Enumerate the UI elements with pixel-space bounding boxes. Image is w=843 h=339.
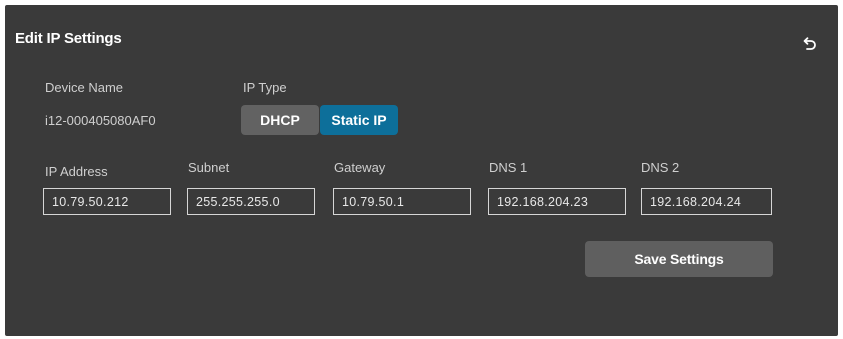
ip-type-dhcp-button[interactable]: DHCP <box>241 105 319 135</box>
ip-type-static-ip-button[interactable]: Static IP <box>320 105 398 135</box>
dns2-label: DNS 2 <box>641 160 680 175</box>
undo-icon[interactable] <box>799 33 819 53</box>
subnet-input[interactable] <box>187 188 315 215</box>
save-settings-button[interactable]: Save Settings <box>585 241 773 277</box>
dns1-input[interactable] <box>488 188 626 215</box>
dns1-label: DNS 1 <box>489 160 528 175</box>
subnet-label: Subnet <box>188 160 230 175</box>
edit-ip-settings-panel <box>5 5 838 336</box>
ip-address-input[interactable] <box>43 188 171 215</box>
dialog-title: Edit IP Settings <box>15 30 122 47</box>
device-name-value: i12-000405080AF0 <box>45 113 156 128</box>
gateway-label: Gateway <box>334 160 386 175</box>
undo-arrow-icon <box>803 37 816 50</box>
device-name-label: Device Name <box>45 80 124 95</box>
ip-type-label: IP Type <box>243 80 287 95</box>
gateway-input[interactable] <box>333 188 471 215</box>
ip-address-label: IP Address <box>45 164 108 179</box>
dns2-input[interactable] <box>641 188 772 215</box>
